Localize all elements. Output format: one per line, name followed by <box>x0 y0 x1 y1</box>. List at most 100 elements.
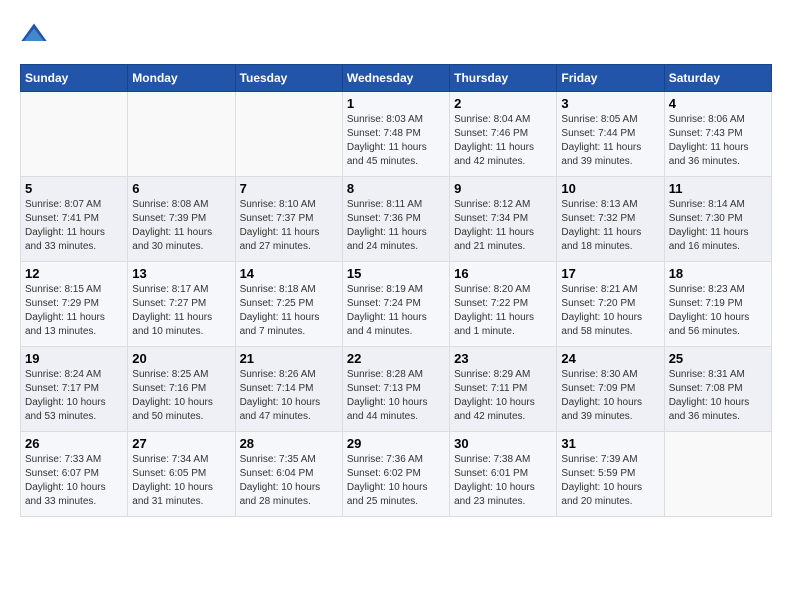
day-number: 10 <box>561 181 659 196</box>
day-number: 22 <box>347 351 445 366</box>
calendar-cell: 16 Sunrise: 8:20 AM Sunset: 7:22 PM Dayli… <box>450 262 557 347</box>
cell-info: Sunrise: 8:23 AM Sunset: 7:19 PM Dayligh… <box>669 283 767 339</box>
calendar-cell: 24 Sunrise: 8:30 AM Sunset: 7:09 PM Dayli… <box>557 347 664 432</box>
calendar-week-row: 5 Sunrise: 8:07 AM Sunset: 7:41 PM Daylig… <box>21 177 772 262</box>
cell-info: Sunrise: 8:19 AM Sunset: 7:24 PM Dayligh… <box>347 283 445 339</box>
day-number: 9 <box>454 181 552 196</box>
calendar-cell: 7 Sunrise: 8:10 AM Sunset: 7:37 PM Daylig… <box>235 177 342 262</box>
day-number: 7 <box>240 181 338 196</box>
calendar-week-row: 12Sunrise: 8:15 AM Sunset: 7:29 PM Dayli… <box>21 262 772 347</box>
cell-info: Sunrise: 8:04 AM Sunset: 7:46 PM Dayligh… <box>454 113 552 169</box>
cell-info: Sunrise: 8:10 AM Sunset: 7:37 PM Dayligh… <box>240 198 338 254</box>
calendar-week-row: 19 Sunrise: 8:24 AM Sunset: 7:17 PM Dayli… <box>21 347 772 432</box>
cell-info: Sunrise: 8:26 AM Sunset: 7:14 PM Dayligh… <box>240 368 338 424</box>
calendar-cell: 19 Sunrise: 8:24 AM Sunset: 7:17 PM Dayli… <box>21 347 128 432</box>
day-number: 26 <box>25 436 123 451</box>
cell-info: Sunrise: 8:07 AM Sunset: 7:41 PM Dayligh… <box>25 198 123 254</box>
cell-info: Sunrise: 7:36 AM Sunset: 6:02 PM Dayligh… <box>347 453 445 509</box>
logo <box>20 20 52 48</box>
day-number: 8 <box>347 181 445 196</box>
calendar-cell: 1 Sunrise: 8:03 AM Sunset: 7:48 PM Daylig… <box>342 92 449 177</box>
calendar-cell <box>128 92 235 177</box>
day-number: 25 <box>669 351 767 366</box>
calendar-cell: 11Sunrise: 8:14 AM Sunset: 7:30 PM Dayli… <box>664 177 771 262</box>
calendar-cell: 29 Sunrise: 7:36 AM Sunset: 6:02 PM Dayli… <box>342 432 449 517</box>
day-number: 28 <box>240 436 338 451</box>
day-number: 5 <box>25 181 123 196</box>
calendar-cell: 5 Sunrise: 8:07 AM Sunset: 7:41 PM Daylig… <box>21 177 128 262</box>
calendar-cell: 10 Sunrise: 8:13 AM Sunset: 7:32 PM Dayli… <box>557 177 664 262</box>
calendar-cell: 17 Sunrise: 8:21 AM Sunset: 7:20 PM Dayli… <box>557 262 664 347</box>
day-number: 17 <box>561 266 659 281</box>
calendar-cell <box>21 92 128 177</box>
day-number: 11 <box>669 181 767 196</box>
calendar-cell: 20Sunrise: 8:25 AM Sunset: 7:16 PM Dayli… <box>128 347 235 432</box>
day-number: 13 <box>132 266 230 281</box>
cell-info: Sunrise: 8:05 AM Sunset: 7:44 PM Dayligh… <box>561 113 659 169</box>
calendar-week-row: 1 Sunrise: 8:03 AM Sunset: 7:48 PM Daylig… <box>21 92 772 177</box>
cell-info: Sunrise: 8:08 AM Sunset: 7:39 PM Dayligh… <box>132 198 230 254</box>
day-number: 30 <box>454 436 552 451</box>
weekday-header-row: SundayMondayTuesdayWednesdayThursdayFrid… <box>21 65 772 92</box>
weekday-header: Sunday <box>21 65 128 92</box>
calendar-cell: 4Sunrise: 8:06 AM Sunset: 7:43 PM Daylig… <box>664 92 771 177</box>
calendar-cell: 12Sunrise: 8:15 AM Sunset: 7:29 PM Dayli… <box>21 262 128 347</box>
day-number: 21 <box>240 351 338 366</box>
calendar-cell: 27Sunrise: 7:34 AM Sunset: 6:05 PM Dayli… <box>128 432 235 517</box>
cell-info: Sunrise: 8:28 AM Sunset: 7:13 PM Dayligh… <box>347 368 445 424</box>
calendar-cell: 28 Sunrise: 7:35 AM Sunset: 6:04 PM Dayli… <box>235 432 342 517</box>
cell-info: Sunrise: 8:21 AM Sunset: 7:20 PM Dayligh… <box>561 283 659 339</box>
weekday-header: Friday <box>557 65 664 92</box>
cell-info: Sunrise: 7:38 AM Sunset: 6:01 PM Dayligh… <box>454 453 552 509</box>
calendar-cell: 18 Sunrise: 8:23 AM Sunset: 7:19 PM Dayli… <box>664 262 771 347</box>
calendar-cell: 25 Sunrise: 8:31 AM Sunset: 7:08 PM Dayli… <box>664 347 771 432</box>
cell-info: Sunrise: 8:18 AM Sunset: 7:25 PM Dayligh… <box>240 283 338 339</box>
cell-info: Sunrise: 7:35 AM Sunset: 6:04 PM Dayligh… <box>240 453 338 509</box>
day-number: 15 <box>347 266 445 281</box>
calendar-cell: 9Sunrise: 8:12 AM Sunset: 7:34 PM Daylig… <box>450 177 557 262</box>
day-number: 19 <box>25 351 123 366</box>
weekday-header: Tuesday <box>235 65 342 92</box>
cell-info: Sunrise: 8:24 AM Sunset: 7:17 PM Dayligh… <box>25 368 123 424</box>
cell-info: Sunrise: 8:13 AM Sunset: 7:32 PM Dayligh… <box>561 198 659 254</box>
cell-info: Sunrise: 7:39 AM Sunset: 5:59 PM Dayligh… <box>561 453 659 509</box>
calendar-cell <box>235 92 342 177</box>
cell-info: Sunrise: 8:30 AM Sunset: 7:09 PM Dayligh… <box>561 368 659 424</box>
cell-info: Sunrise: 8:29 AM Sunset: 7:11 PM Dayligh… <box>454 368 552 424</box>
day-number: 3 <box>561 96 659 111</box>
calendar-cell: 2Sunrise: 8:04 AM Sunset: 7:46 PM Daylig… <box>450 92 557 177</box>
day-number: 18 <box>669 266 767 281</box>
day-number: 31 <box>561 436 659 451</box>
weekday-header: Wednesday <box>342 65 449 92</box>
cell-info: Sunrise: 8:31 AM Sunset: 7:08 PM Dayligh… <box>669 368 767 424</box>
day-number: 1 <box>347 96 445 111</box>
calendar-cell: 13Sunrise: 8:17 AM Sunset: 7:27 PM Dayli… <box>128 262 235 347</box>
cell-info: Sunrise: 8:11 AM Sunset: 7:36 PM Dayligh… <box>347 198 445 254</box>
day-number: 24 <box>561 351 659 366</box>
calendar-cell <box>664 432 771 517</box>
day-number: 16 <box>454 266 552 281</box>
weekday-header: Monday <box>128 65 235 92</box>
cell-info: Sunrise: 8:20 AM Sunset: 7:22 PM Dayligh… <box>454 283 552 339</box>
calendar-cell: 3 Sunrise: 8:05 AM Sunset: 7:44 PM Daylig… <box>557 92 664 177</box>
calendar-cell: 30 Sunrise: 7:38 AM Sunset: 6:01 PM Dayli… <box>450 432 557 517</box>
calendar-cell: 14Sunrise: 8:18 AM Sunset: 7:25 PM Dayli… <box>235 262 342 347</box>
day-number: 23 <box>454 351 552 366</box>
day-number: 4 <box>669 96 767 111</box>
calendar-cell: 31 Sunrise: 7:39 AM Sunset: 5:59 PM Dayli… <box>557 432 664 517</box>
calendar-cell: 6 Sunrise: 8:08 AM Sunset: 7:39 PM Daylig… <box>128 177 235 262</box>
cell-info: Sunrise: 8:03 AM Sunset: 7:48 PM Dayligh… <box>347 113 445 169</box>
page-header <box>20 20 772 48</box>
calendar-table: SundayMondayTuesdayWednesdayThursdayFrid… <box>20 64 772 517</box>
day-number: 29 <box>347 436 445 451</box>
day-number: 27 <box>132 436 230 451</box>
calendar-cell: 23 Sunrise: 8:29 AM Sunset: 7:11 PM Dayli… <box>450 347 557 432</box>
logo-icon <box>20 20 48 48</box>
calendar-cell: 21 Sunrise: 8:26 AM Sunset: 7:14 PM Dayli… <box>235 347 342 432</box>
day-number: 6 <box>132 181 230 196</box>
calendar-cell: 22 Sunrise: 8:28 AM Sunset: 7:13 PM Dayli… <box>342 347 449 432</box>
calendar-cell: 26 Sunrise: 7:33 AM Sunset: 6:07 PM Dayli… <box>21 432 128 517</box>
weekday-header: Saturday <box>664 65 771 92</box>
calendar-week-row: 26 Sunrise: 7:33 AM Sunset: 6:07 PM Dayli… <box>21 432 772 517</box>
cell-info: Sunrise: 7:33 AM Sunset: 6:07 PM Dayligh… <box>25 453 123 509</box>
